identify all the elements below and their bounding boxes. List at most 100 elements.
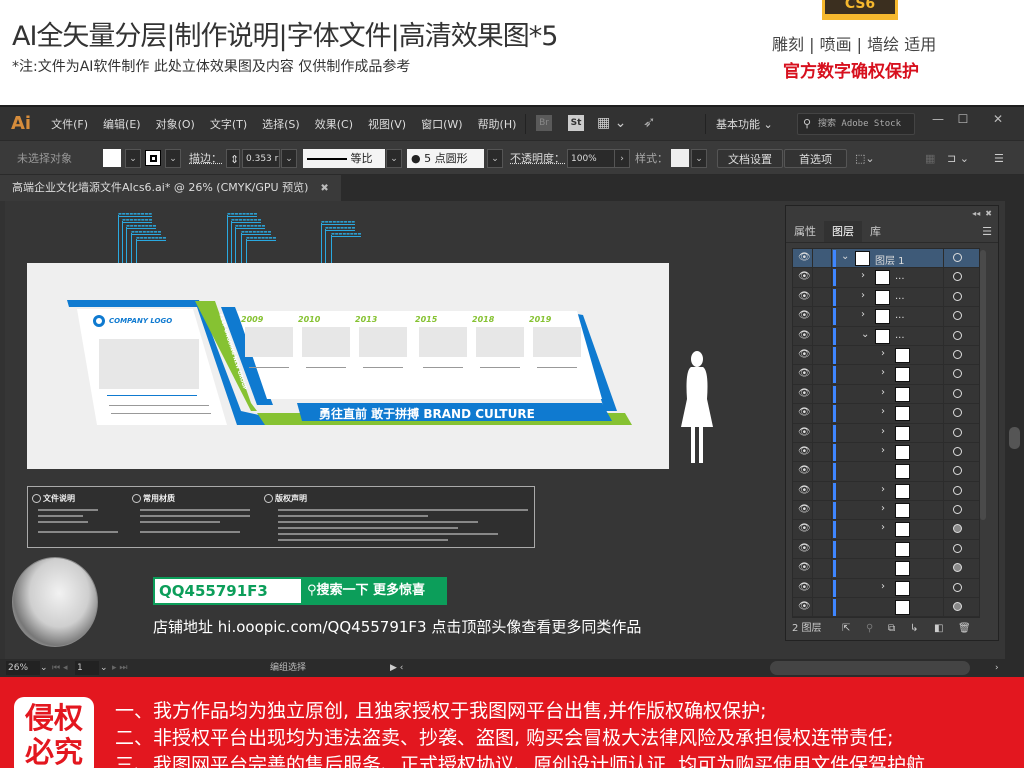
target-circle-icon[interactable] xyxy=(953,446,962,456)
tab-properties[interactable]: 属性 xyxy=(786,221,824,242)
menu-effect[interactable]: 效果(C) xyxy=(315,116,353,132)
artboard[interactable]: COMPANY LOGO KEEP ONGOING NEW GROUP 2009… xyxy=(27,263,669,469)
stock-search-input[interactable]: ⚲ 搜索 Adobe Stock xyxy=(797,113,915,135)
stroke-profile-select[interactable]: 等比 xyxy=(303,149,385,168)
expand-chevron-icon[interactable]: › xyxy=(881,484,885,495)
target-circle-icon[interactable] xyxy=(953,485,962,495)
target-circle-icon[interactable] xyxy=(953,330,962,340)
opacity-expand[interactable]: › xyxy=(614,149,630,168)
stock-icon[interactable]: St xyxy=(568,115,584,131)
layer-row[interactable]: 👁 ›... xyxy=(793,287,979,308)
delete-layer-icon[interactable]: 🗑 xyxy=(958,620,971,638)
close-panel-icon[interactable]: ✖ xyxy=(985,209,992,218)
status-menu-icon[interactable]: ▶ ‹ xyxy=(390,661,403,675)
arrange-documents-icon[interactable]: ▦ ⌄ xyxy=(597,115,626,131)
expand-chevron-icon[interactable]: ⌄ xyxy=(841,251,849,262)
transform-icon[interactable]: ⊐ ⌄ xyxy=(947,149,969,168)
menu-window[interactable]: 窗口(W) xyxy=(421,116,462,132)
visibility-eye-icon[interactable]: 👁 xyxy=(798,601,811,612)
target-circle-icon[interactable] xyxy=(953,311,962,321)
workspace-switcher[interactable]: 基本功能 ⌄ xyxy=(716,116,773,132)
scroll-right-icon[interactable]: › xyxy=(995,661,999,675)
layers-scrollbar[interactable] xyxy=(980,250,986,520)
artboard-number[interactable]: 1 xyxy=(75,661,99,675)
menu-select[interactable]: 选择(S) xyxy=(262,116,300,132)
layer-name[interactable]: ... xyxy=(895,271,905,282)
expand-chevron-icon[interactable]: › xyxy=(861,290,865,301)
target-circle-icon[interactable] xyxy=(953,466,962,476)
target-circle-icon[interactable] xyxy=(953,369,962,379)
style-dropdown[interactable]: ⌄ xyxy=(691,149,707,168)
visibility-eye-icon[interactable]: 👁 xyxy=(798,504,811,515)
first-artboard-icon[interactable]: ⏮ ◂ xyxy=(52,661,67,675)
target-circle-icon[interactable] xyxy=(953,388,962,398)
clipping-mask-icon[interactable]: ⧉ xyxy=(888,620,895,638)
designer-avatar[interactable] xyxy=(12,557,98,647)
panel-menu-icon[interactable]: ☰ xyxy=(994,149,1004,168)
bridge-icon[interactable]: Br xyxy=(536,115,552,131)
target-circle-icon[interactable] xyxy=(953,291,962,301)
export-icon[interactable]: ⇱ xyxy=(842,620,850,638)
layer-row[interactable]: 👁 › xyxy=(793,345,979,366)
target-circle-icon[interactable] xyxy=(953,505,962,515)
tab-libraries[interactable]: 库 xyxy=(862,221,889,242)
layer-row[interactable]: 👁 xyxy=(793,462,979,482)
stroke-weight-input[interactable]: 0.353 r xyxy=(242,149,280,168)
target-circle-icon[interactable] xyxy=(953,543,962,553)
expand-chevron-icon[interactable]: › xyxy=(881,367,885,378)
publish-rocket-icon[interactable]: ➶ xyxy=(643,113,656,131)
target-circle-icon[interactable] xyxy=(953,582,962,592)
expand-chevron-icon[interactable]: › xyxy=(881,348,885,359)
visibility-eye-icon[interactable]: 👁 xyxy=(798,465,811,476)
layer-row[interactable]: 👁 › xyxy=(793,384,979,405)
vertical-scrollbar[interactable] xyxy=(1005,201,1024,659)
expand-chevron-icon[interactable]: › xyxy=(861,309,865,320)
stroke-dropdown[interactable]: ⌄ xyxy=(165,149,181,168)
target-circle-icon[interactable] xyxy=(953,602,962,612)
panel-options-icon[interactable]: ☰ xyxy=(982,221,992,243)
menu-edit[interactable]: 编辑(E) xyxy=(103,116,141,132)
zoom-dropdown[interactable]: ⌄ xyxy=(40,661,48,675)
visibility-eye-icon[interactable]: 👁 xyxy=(798,446,811,457)
tab-layers[interactable]: 图层 xyxy=(824,221,862,242)
visibility-eye-icon[interactable]: 👁 xyxy=(798,543,811,554)
target-circle-icon[interactable] xyxy=(953,427,962,437)
stroke-weight-dropdown[interactable]: ⌄ xyxy=(281,149,297,168)
visibility-eye-icon[interactable]: 👁 xyxy=(798,271,811,282)
visibility-eye-icon[interactable]: 👁 xyxy=(798,349,811,360)
expand-chevron-icon[interactable]: › xyxy=(881,426,885,437)
target-circle-icon[interactable] xyxy=(953,408,962,418)
layers-list[interactable]: 👁 ⌄ 图层 1 👁 ›... 👁 ›... 👁 ›... 👁 ⌄... 👁 › 👁 › 👁 › 👁 › 👁 › 👁 › 👁 👁… xyxy=(792,248,980,618)
visibility-eye-icon[interactable]: 👁 xyxy=(798,485,811,496)
expand-chevron-icon[interactable]: › xyxy=(881,406,885,417)
target-circle-icon[interactable] xyxy=(953,349,962,359)
fill-swatch[interactable] xyxy=(103,149,121,167)
align-icon[interactable]: ▦ xyxy=(925,149,935,168)
visibility-eye-icon[interactable]: 👁 xyxy=(798,368,811,379)
layer-row[interactable]: 👁 ›... xyxy=(793,268,979,288)
layer-name[interactable]: ... xyxy=(895,291,905,302)
target-circle-icon[interactable] xyxy=(953,272,962,282)
layer-name[interactable]: 图层 1 xyxy=(875,252,905,267)
layer-row[interactable]: 👁 › xyxy=(793,501,979,521)
visibility-eye-icon[interactable]: 👁 xyxy=(798,388,811,399)
expand-chevron-icon[interactable]: › xyxy=(881,387,885,398)
layer-row[interactable]: 👁 ⌄ 图层 1 xyxy=(793,249,979,269)
stroke-profile-dropdown[interactable]: ⌄ xyxy=(386,149,402,168)
brush-select[interactable]: ● 5 点圆形 xyxy=(407,149,484,168)
menu-file[interactable]: 文件(F) xyxy=(51,116,88,132)
visibility-eye-icon[interactable]: 👁 xyxy=(798,291,811,302)
layer-row[interactable]: 👁 xyxy=(793,559,979,579)
menu-help[interactable]: 帮助(H) xyxy=(478,116,517,132)
canvas[interactable]: ▬▬▬▬▬▬▬▬▬ ▬▬▬▬▬▬▬▬ ▬▬▬▬▬▬▬▬ ▬▬▬▬▬▬▬▬ ▬▬▬… xyxy=(5,201,1005,659)
scroll-thumb[interactable] xyxy=(1009,427,1020,449)
menu-view[interactable]: 视图(V) xyxy=(368,116,406,132)
fill-dropdown[interactable]: ⌄ xyxy=(125,149,141,168)
layer-row[interactable]: 👁 xyxy=(793,539,979,560)
layer-row[interactable]: 👁 xyxy=(793,598,979,617)
layer-row[interactable]: 👁 › xyxy=(793,520,979,540)
visibility-eye-icon[interactable]: 👁 xyxy=(798,310,811,321)
target-circle-icon[interactable] xyxy=(953,563,962,573)
visibility-eye-icon[interactable]: 👁 xyxy=(798,407,811,418)
artboard-dropdown[interactable]: ⌄ xyxy=(100,661,108,675)
